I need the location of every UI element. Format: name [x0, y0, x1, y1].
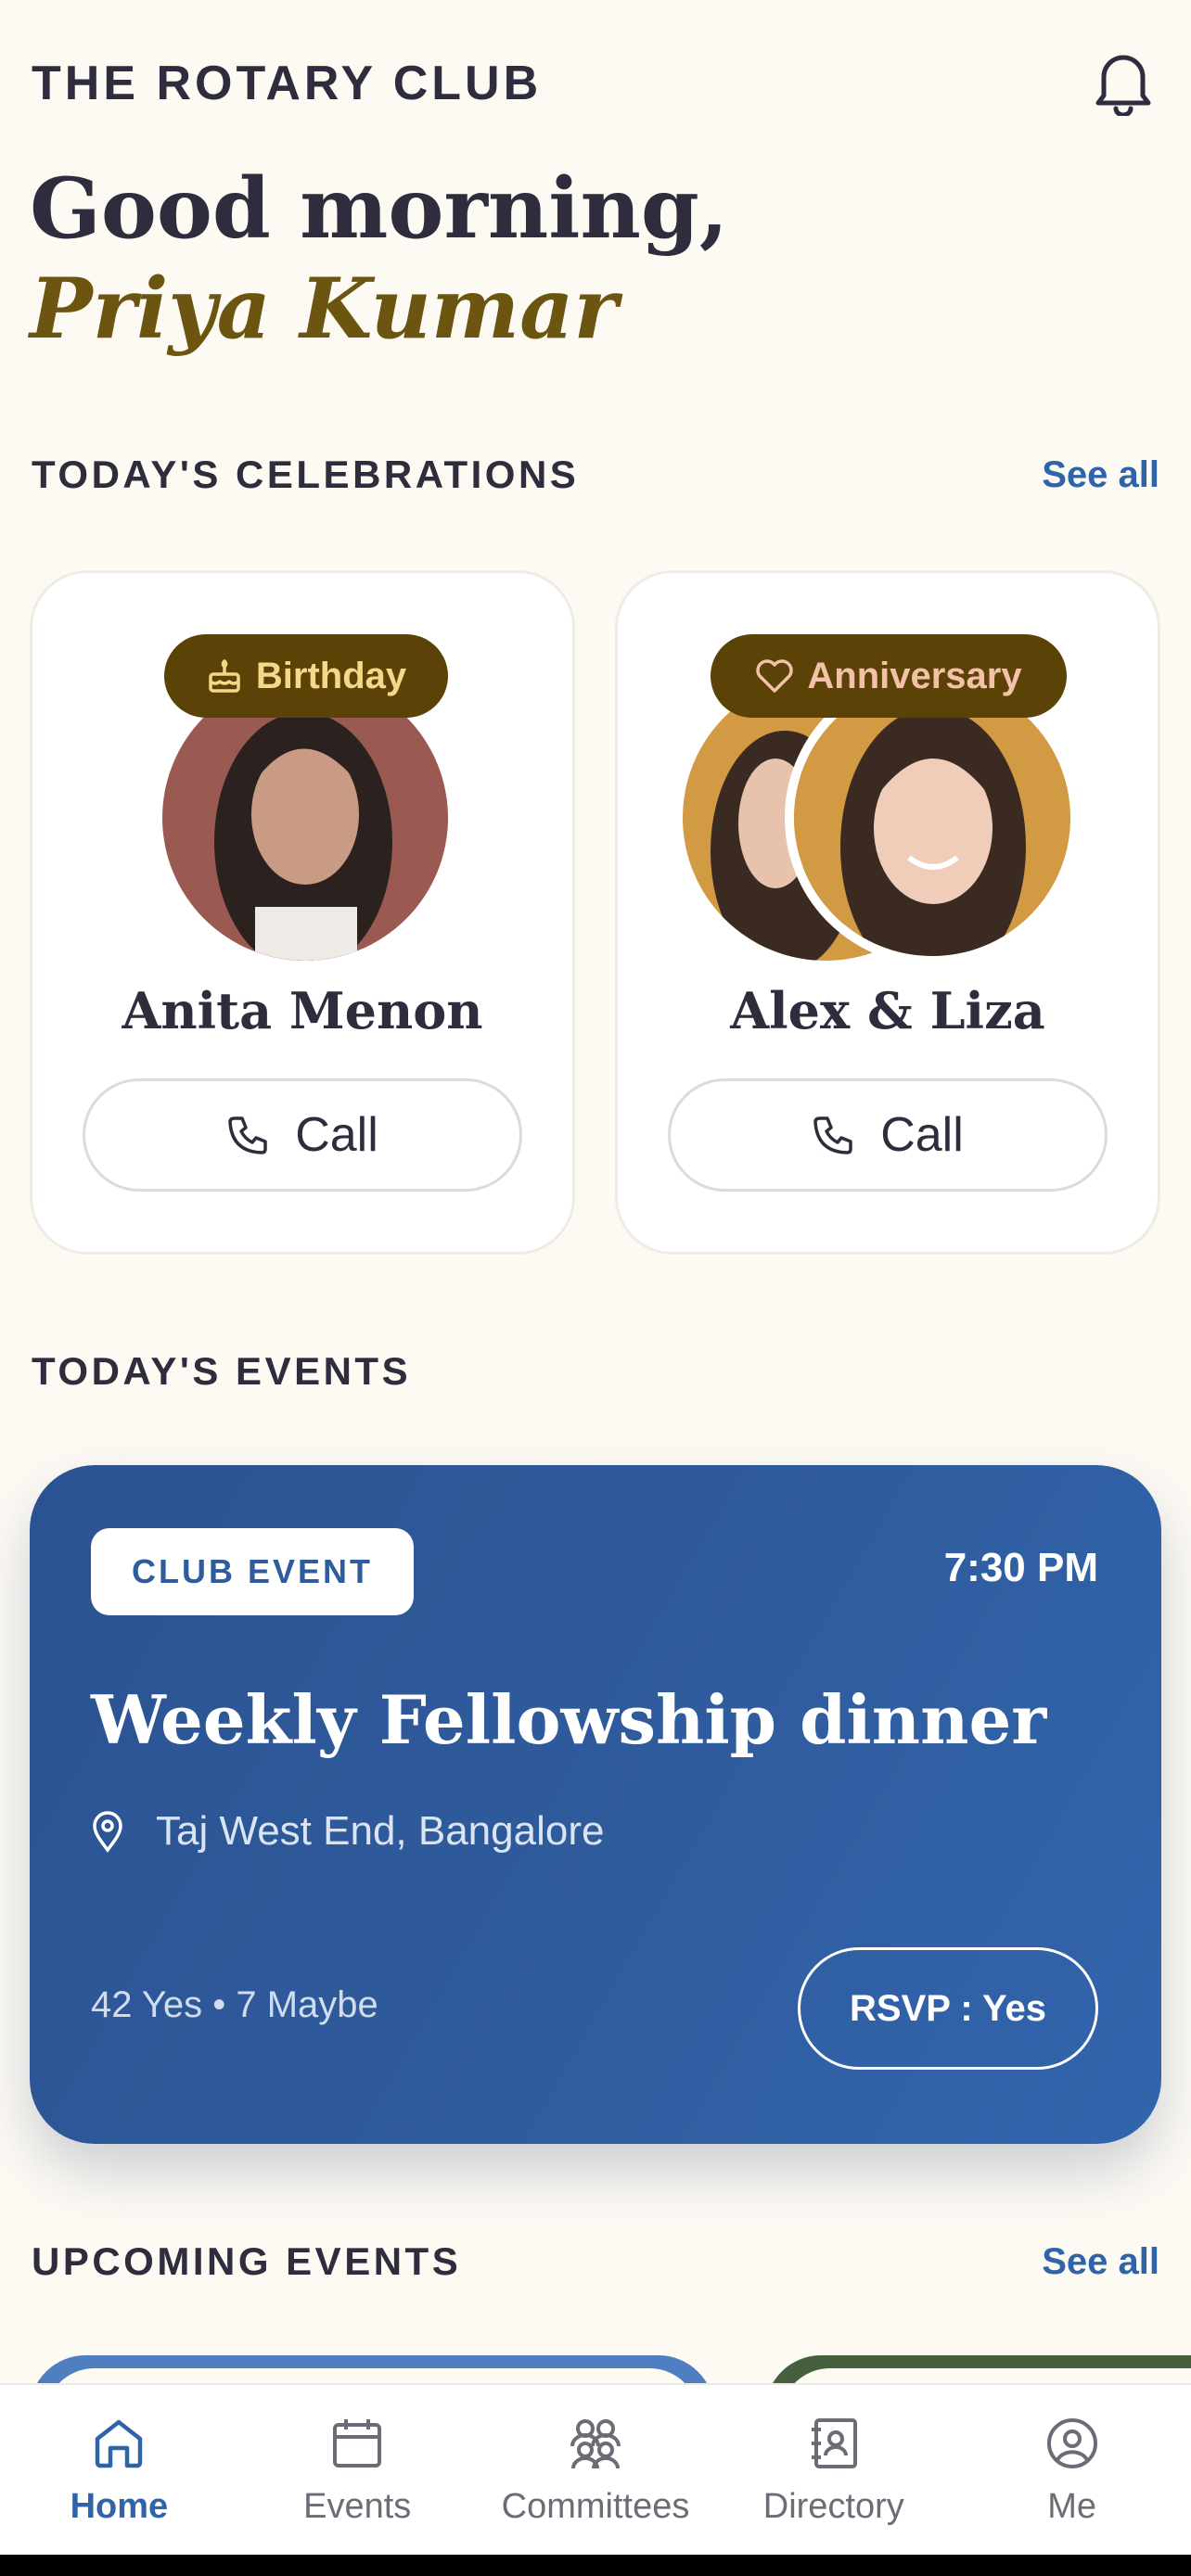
tab-me[interactable]: Me: [953, 2385, 1191, 2555]
celebrations-see-all-link[interactable]: See all: [1042, 454, 1159, 496]
call-label: Call: [295, 1108, 378, 1162]
tab-label: Directory: [762, 2487, 904, 2526]
phone-icon: [813, 1116, 852, 1154]
greeting-text: Good morning,: [30, 159, 729, 258]
tab-label: Home: [70, 2487, 169, 2526]
birthday-badge: Birthday: [164, 634, 448, 718]
club-name: THE ROTARY CLUB: [32, 57, 543, 110]
profile-icon: [1046, 2418, 1097, 2468]
bell-icon: [1095, 55, 1151, 116]
upcoming-events-section-title: UPCOMING EVENTS: [32, 2239, 462, 2283]
phone-icon: [228, 1116, 267, 1154]
upcoming-see-all-link[interactable]: See all: [1042, 2241, 1159, 2283]
event-category-tag: CLUB EVENT: [91, 1528, 415, 1615]
celebrant-name: Alex & Liza: [730, 981, 1045, 1040]
rsvp-button[interactable]: RSVP : Yes: [798, 1947, 1098, 2070]
user-name: Priya Kumar: [30, 260, 618, 358]
celebration-card-birthday[interactable]: Birthday Anita Menon Call: [30, 570, 575, 1255]
home-icon: [96, 2419, 143, 2468]
home-indicator: [0, 2555, 1191, 2576]
tab-directory[interactable]: Directory: [714, 2385, 953, 2555]
tab-label: Me: [1047, 2487, 1096, 2526]
call-label: Call: [880, 1108, 964, 1162]
celebration-card-anniversary[interactable]: Anniversary Alex & Liza Call: [615, 570, 1160, 1255]
location-pin-icon: [93, 1811, 122, 1853]
people-icon: [570, 2419, 621, 2469]
call-button[interactable]: Call: [83, 1078, 522, 1192]
tab-home[interactable]: Home: [0, 2385, 238, 2555]
badge-label: Birthday: [255, 655, 407, 696]
avatar: [162, 675, 448, 961]
app-header: THE ROTARY CLUB: [32, 46, 1159, 121]
tab-label: Committees: [501, 2487, 690, 2526]
event-title: Weekly Fellowship dinner: [91, 1680, 1047, 1759]
tab-bar: Home Events Committees Directory Me: [0, 2383, 1191, 2555]
calendar-icon: [333, 2419, 382, 2468]
cake-icon: [209, 659, 240, 693]
todays-events-section-title: TODAY'S EVENTS: [32, 1349, 412, 1393]
tab-label: Events: [303, 2487, 412, 2526]
anniversary-badge: Anniversary: [711, 634, 1067, 718]
notifications-button[interactable]: [1087, 46, 1159, 119]
tab-events[interactable]: Events: [238, 2385, 477, 2555]
contact-book-icon: [811, 2418, 857, 2468]
event-time: 7:30 PM: [943, 1545, 1098, 1590]
tab-committees[interactable]: Committees: [477, 2385, 715, 2555]
call-button[interactable]: Call: [668, 1078, 1108, 1192]
heart-icon: [756, 659, 794, 693]
badge-label: Anniversary: [807, 655, 1022, 696]
celebrations-section-title: TODAY'S CELEBRATIONS: [32, 453, 580, 496]
event-card[interactable]: CLUB EVENT 7:30 PM Weekly Fellowship din…: [30, 1465, 1161, 2144]
celebrant-name: Anita Menon: [122, 981, 483, 1040]
event-location-text: Taj West End, Bangalore: [156, 1808, 605, 1854]
rsvp-stats: 42 Yes • 7 Maybe: [91, 1984, 378, 2025]
event-location: Taj West End, Bangalore: [91, 1808, 604, 1855]
